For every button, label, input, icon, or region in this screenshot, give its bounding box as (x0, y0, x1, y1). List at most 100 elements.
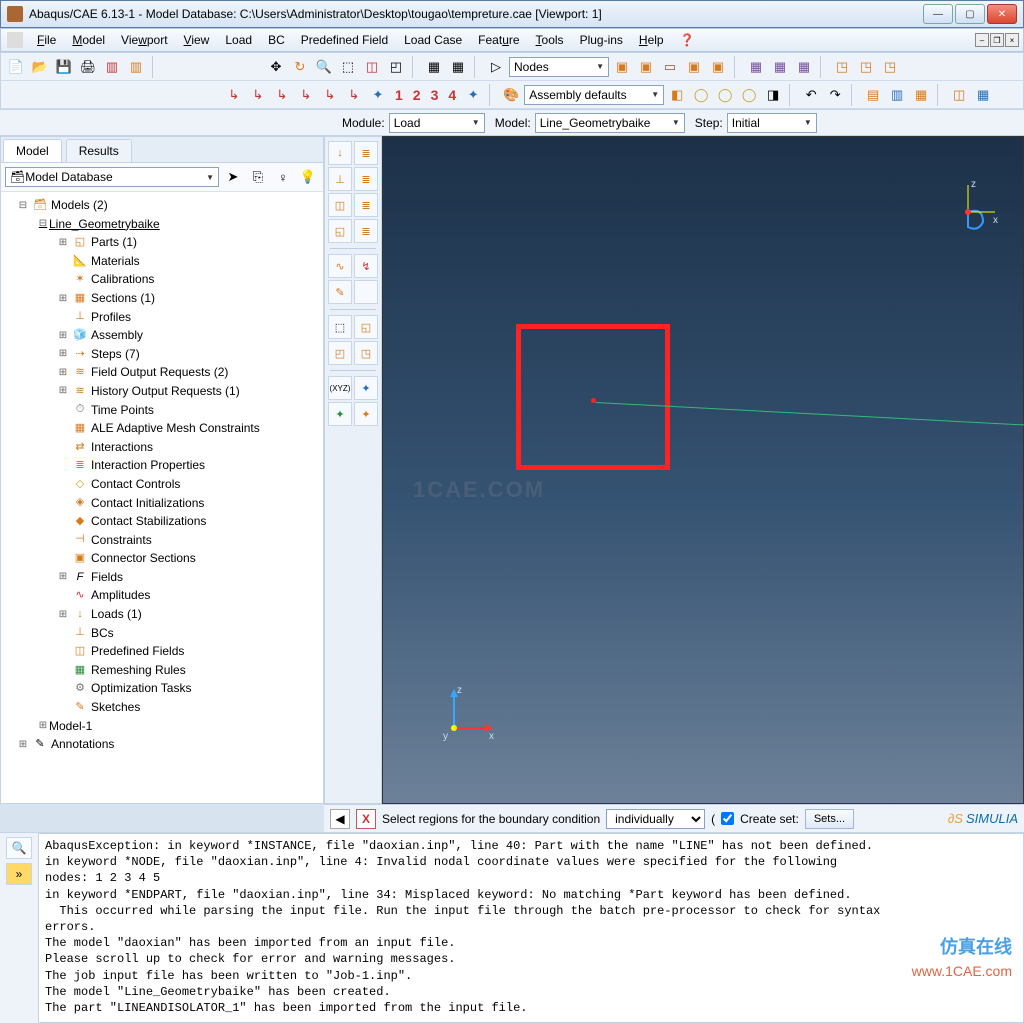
axis-zx-icon[interactable]: ↳ (319, 84, 341, 106)
redo-icon[interactable]: ↷ (824, 84, 846, 106)
iso-icon[interactable]: ✦ (462, 84, 484, 106)
tree-predef[interactable]: Predefined Fields (91, 642, 184, 661)
tree-loads[interactable]: Loads (1) (91, 605, 142, 624)
fit-icon[interactable]: ◫ (361, 56, 383, 78)
db-icon-1[interactable]: ▥ (101, 56, 123, 78)
tree-assembly[interactable]: Assembly (91, 326, 143, 345)
prompt-back-button[interactable]: ◀ (330, 809, 350, 829)
model-db-combo[interactable]: 🗃 Model Database▼ (5, 167, 219, 187)
tree-history-output[interactable]: History Output Requests (1) (91, 382, 240, 401)
assembly-combo[interactable]: Assembly defaults▼ (524, 85, 664, 105)
tree-parts[interactable]: Parts (1) (91, 233, 137, 252)
tab-results[interactable]: Results (66, 139, 132, 162)
tree-connector[interactable]: Connector Sections (91, 549, 196, 568)
menu-model[interactable]: Model (64, 30, 113, 50)
cube2-icon[interactable]: ▣ (635, 56, 657, 78)
tree-calibrations[interactable]: Calibrations (91, 270, 154, 289)
render2-icon[interactable]: ◯ (690, 84, 712, 106)
box2-icon[interactable]: ◳ (855, 56, 877, 78)
view-3[interactable]: 3 (427, 87, 443, 103)
menu-view[interactable]: View (176, 30, 218, 50)
module-combo[interactable]: Load▼ (389, 113, 485, 133)
zoom-icon[interactable]: 🔍 (313, 56, 335, 78)
tc-load-mgr-icon[interactable]: ≣ (354, 141, 378, 165)
tc-bc-icon[interactable]: ⊥ (328, 167, 352, 191)
tc-sel4-icon[interactable]: ◳ (354, 341, 378, 365)
console-search-icon[interactable]: 🔍 (6, 837, 32, 859)
box3-icon[interactable]: ◳ (879, 56, 901, 78)
menu-whatsthis[interactable]: ❓ (672, 30, 703, 50)
tree-light-icon[interactable]: 💡 (297, 166, 319, 188)
tree-annotations[interactable]: Annotations (51, 735, 114, 754)
view-4[interactable]: 4 (444, 87, 460, 103)
pan-icon[interactable]: ✥ (265, 56, 287, 78)
tree-amplitudes[interactable]: Amplitudes (91, 586, 150, 605)
axis-xy-icon[interactable]: ↳ (223, 84, 245, 106)
tree-active-model[interactable]: Line_Geometrybaike (49, 215, 160, 234)
model-combo[interactable]: Line_Geometrybaike▼ (535, 113, 685, 133)
undo-icon[interactable]: ↶ (800, 84, 822, 106)
model-tree[interactable]: ⊟🗃Models (2) ⊟Line_Geometrybaike ⊞◱Parts… (1, 192, 323, 803)
axis-yy-icon[interactable]: ↳ (295, 84, 317, 106)
render4-icon[interactable]: ◯ (738, 84, 760, 106)
box1-icon[interactable]: ◳ (831, 56, 853, 78)
tc-sel2-icon[interactable]: ◱ (354, 315, 378, 339)
t5-icon[interactable]: ▦ (972, 84, 994, 106)
t4-icon[interactable]: ◫ (948, 84, 970, 106)
tc-case-icon[interactable]: ◱ (328, 219, 352, 243)
tree-bcs[interactable]: BCs (91, 624, 114, 643)
window-minimize-button[interactable]: — (923, 4, 953, 24)
tree-ale[interactable]: ALE Adaptive Mesh Constraints (91, 419, 260, 438)
render3-icon[interactable]: ◯ (714, 84, 736, 106)
tc-amp2-icon[interactable]: ↯ (354, 254, 378, 278)
vp3-icon[interactable]: ▦ (793, 56, 815, 78)
rect-icon[interactable]: ▭ (659, 56, 681, 78)
menu-predefined[interactable]: Predefined Field (293, 30, 396, 50)
render5-icon[interactable]: ◨ (762, 84, 784, 106)
tc-pred-icon[interactable]: ◫ (328, 193, 352, 217)
tree-sketches[interactable]: Sketches (91, 698, 140, 717)
save-icon[interactable]: 💾 (53, 56, 75, 78)
tree-profiles[interactable]: Profiles (91, 308, 131, 327)
t1-icon[interactable]: ▤ (862, 84, 884, 106)
menu-load[interactable]: Load (217, 30, 260, 50)
tree-constraints[interactable]: Constraints (91, 531, 152, 550)
mdi-close[interactable]: × (1005, 33, 1019, 47)
tc-sel3-icon[interactable]: ◰ (328, 341, 352, 365)
tree-filter-icon[interactable]: ♀ (272, 166, 294, 188)
tab-model[interactable]: Model (3, 139, 62, 162)
tree-fields[interactable]: Fields (91, 568, 123, 587)
tree-model-1[interactable]: Model-1 (49, 717, 92, 736)
nodes-combo[interactable]: Nodes▼ (509, 57, 609, 77)
arrow-icon[interactable]: ▷ (485, 56, 507, 78)
tc-amp-icon[interactable]: ∿ (328, 254, 352, 278)
menu-tools[interactable]: Tools (528, 30, 572, 50)
t2-icon[interactable]: ▥ (886, 84, 908, 106)
tree-models[interactable]: Models (2) (51, 196, 108, 215)
tree-field-output[interactable]: Field Output Requests (2) (91, 363, 228, 382)
tree-remesh[interactable]: Remeshing Rules (91, 661, 186, 680)
palette-icon[interactable]: 🎨 (500, 84, 522, 106)
mdi-minimize[interactable]: – (975, 33, 989, 47)
tree-contact-init[interactable]: Contact Initializations (91, 494, 204, 513)
prompt-cancel-button[interactable]: X (356, 809, 376, 829)
menu-loadcase[interactable]: Load Case (396, 30, 470, 50)
menu-help[interactable]: Help (631, 30, 672, 50)
menu-file[interactable]: File (29, 30, 64, 50)
tree-interaction-props[interactable]: Interaction Properties (91, 456, 205, 475)
tc-xyz-label[interactable]: (XYZ) (328, 376, 352, 400)
menu-viewport[interactable]: Viewport (113, 30, 176, 50)
step-combo[interactable]: Initial▼ (727, 113, 817, 133)
rotate-icon[interactable]: ↻ (289, 56, 311, 78)
create-set-checkbox[interactable] (721, 812, 734, 825)
tc-bc-mgr-icon[interactable]: ≣ (354, 167, 378, 191)
window-maximize-button[interactable]: ▢ (955, 4, 985, 24)
tc-pred-mgr-icon[interactable]: ≣ (354, 193, 378, 217)
tc-csys-icon[interactable]: ✦ (354, 376, 378, 400)
tc-load-icon[interactable]: ↓ (328, 141, 352, 165)
tc-view1-icon[interactable]: ✦ (328, 402, 352, 426)
tree-materials[interactable]: Materials (91, 252, 140, 271)
window-close-button[interactable]: ✕ (987, 4, 1017, 24)
mdi-restore[interactable]: ❐ (990, 33, 1004, 47)
zoom-box-icon[interactable]: ⬚ (337, 56, 359, 78)
